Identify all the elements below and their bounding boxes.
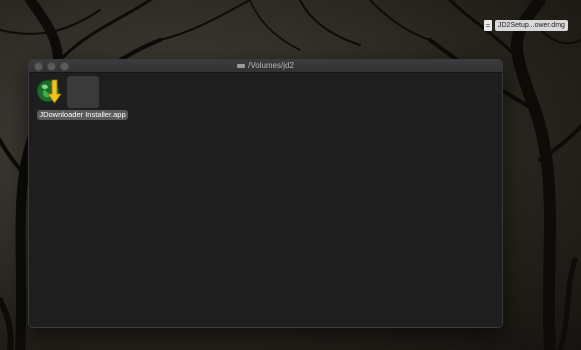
window-content[interactable]: JDownloader Installer.app <box>29 73 502 327</box>
desktop: JD2Setup...ower.dmg /Volumes/jd2 JDownlo… <box>0 0 581 350</box>
desktop-dmg-file[interactable]: JD2Setup...ower.dmg <box>484 18 568 32</box>
jdownloader-installer-item[interactable]: JDownloader Installer.app <box>35 76 130 120</box>
window-titlebar[interactable]: /Volumes/jd2 <box>29 60 502 73</box>
app-icon-selection[interactable] <box>36 76 99 108</box>
document-icon <box>484 19 492 31</box>
window-title-text: /Volumes/jd2 <box>248 61 294 70</box>
desktop-file-label: JD2Setup...ower.dmg <box>495 19 568 31</box>
window-title: /Volumes/jd2 <box>29 60 502 72</box>
disk-icon <box>237 63 246 68</box>
app-filename-label: JDownloader Installer.app <box>37 110 128 120</box>
finder-window[interactable]: /Volumes/jd2 JDownloader Installer.app <box>28 59 503 328</box>
jdownloader-app-icon <box>36 79 62 104</box>
